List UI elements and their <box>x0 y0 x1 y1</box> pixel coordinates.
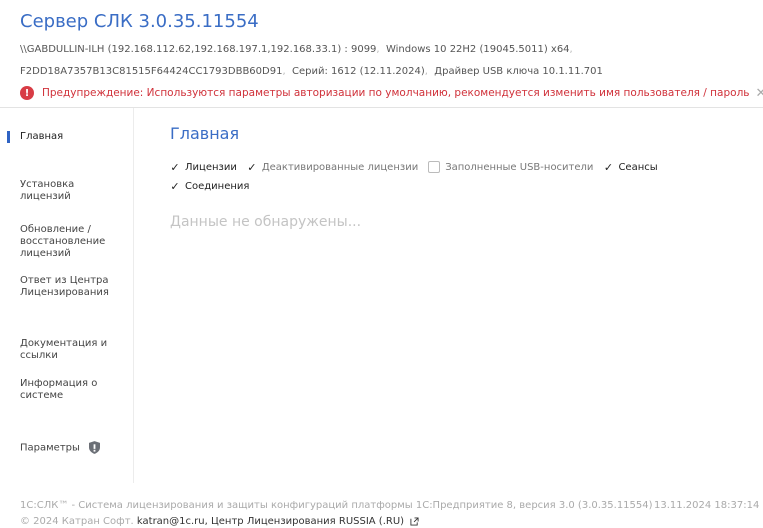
checkbox-sessions[interactable]: ✓ Сеансы <box>603 158 658 176</box>
checkbox-label: Соединения <box>185 180 250 192</box>
host-address: \\GABDULLIN-ILH (192.168.112.62,192.168.… <box>20 44 377 55</box>
sidebar-item-documentation[interactable]: Документация и ссылки <box>7 338 111 362</box>
license-center-link[interactable]: Центр Лицензирования RUSSIA (.RU) <box>211 516 404 527</box>
checkbox-usb-media[interactable]: Заполненные USB-носители <box>428 158 593 176</box>
copyright-text: © 2024 Катран Софт. <box>20 516 134 527</box>
sidebar-item-label: Параметры <box>20 442 80 454</box>
footer-links: © 2024 Катран Софт. katran@1c.ru, Центр … <box>20 516 419 527</box>
sidebar-item-system-info[interactable]: Информация о системе <box>7 378 111 402</box>
sidebar-item-settings[interactable]: Параметры <box>7 441 133 455</box>
external-link-icon[interactable] <box>410 516 419 526</box>
check-icon: ✓ <box>247 160 257 174</box>
close-icon[interactable]: ✕ <box>755 86 763 101</box>
alert-icon: ! <box>20 86 34 100</box>
os-version: Windows 10 22H2 (19045.5011) x64 <box>385 44 570 55</box>
sidebar-item-home[interactable]: Главная <box>7 131 133 143</box>
checkbox-label: Лицензии <box>185 161 237 173</box>
warning-banner: ! Предупреждение: Используются параметры… <box>20 84 763 102</box>
footer-product-info: 1С:СЛК™ - Система лицензирования и защит… <box>20 500 653 511</box>
checkbox-connections[interactable]: ✓ Соединения <box>170 177 249 195</box>
main-content: Главная ✓ Лицензии ✓ Деактивированные ли… <box>170 108 750 478</box>
sidebar-item-license-center-response[interactable]: Ответ из Центра Лицензирования <box>7 275 117 299</box>
key-info-line: F2DD18A7357B13C81515F64424CC1793DBB60D91… <box>20 66 603 77</box>
footer-timestamp: 13.11.2024 18:37:14 <box>654 500 760 511</box>
checkbox-licenses[interactable]: ✓ Лицензии <box>170 158 237 176</box>
shield-icon <box>89 441 101 454</box>
checkbox-label: Сеансы <box>618 161 658 173</box>
sidebar-item-label: Установка лицензий <box>20 179 75 202</box>
page-title: Главная <box>170 124 240 143</box>
usb-driver-version: Драйвер USB ключа 10.1.11.701 <box>434 66 603 77</box>
sidebar-item-install-licenses[interactable]: Установка лицензий <box>7 179 117 203</box>
check-icon: ✓ <box>170 160 180 174</box>
sidebar-item-update-restore[interactable]: Обновление / восстановление лицензий <box>7 224 117 260</box>
checkbox-label: Заполненные USB-носители <box>445 161 594 173</box>
empty-checkbox-icon <box>428 161 441 173</box>
check-icon: ✓ <box>603 160 614 174</box>
server-title: Сервер СЛК 3.0.35.11554 <box>20 11 259 32</box>
check-icon: ✓ <box>170 179 180 193</box>
sidebar-item-label: Главная <box>20 131 64 142</box>
sidebar: Главная Установка лицензий Обновление / … <box>7 108 134 483</box>
filter-checkboxes: ✓ Лицензии ✓ Деактивированные лицензии З… <box>170 158 668 195</box>
warning-text: Предупреждение: Используются параметры а… <box>42 87 750 99</box>
serial-info: Серий: 1612 (12.11.2024) <box>292 66 425 77</box>
host-info-line: \\GABDULLIN-ILH (192.168.112.62,192.168.… <box>20 44 573 55</box>
sidebar-item-label: Ответ из Центра Лицензирования <box>20 275 109 298</box>
email-link[interactable]: katran@1c.ru <box>137 516 205 527</box>
checkbox-deactivated-licenses[interactable]: ✓ Деактивированные лицензии <box>247 158 418 176</box>
server-id: F2DD18A7357B13C81515F64424CC1793DBB60D91 <box>20 66 283 77</box>
sidebar-item-label: Обновление / восстановление лицензий <box>20 224 106 259</box>
empty-state-text: Данные не обнаружены... <box>170 214 362 230</box>
checkbox-label: Деактивированные лицензии <box>261 161 419 173</box>
sidebar-item-label: Информация о системе <box>20 378 98 401</box>
sidebar-item-label: Документация и ссылки <box>20 338 108 361</box>
